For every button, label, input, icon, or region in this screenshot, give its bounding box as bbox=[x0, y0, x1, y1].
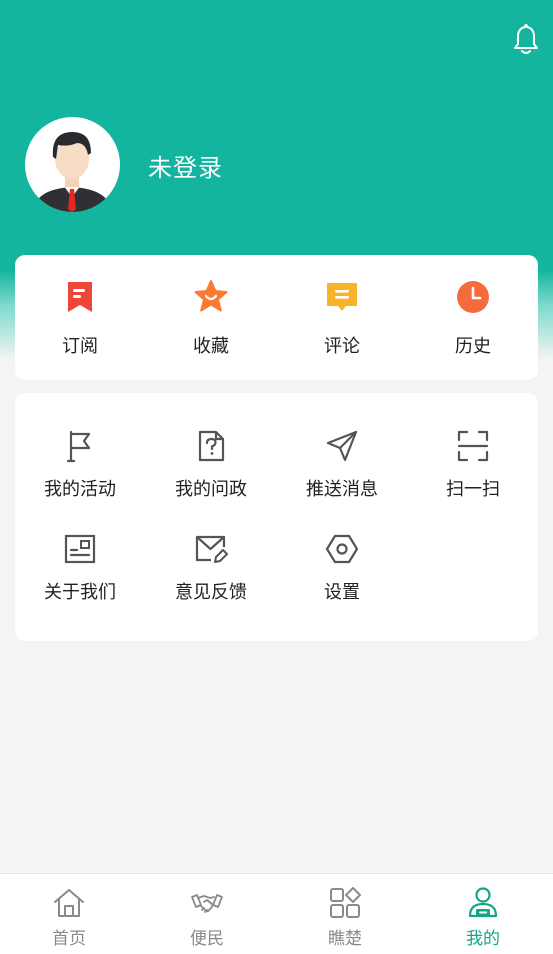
tool-push-messages[interactable]: 推送消息 bbox=[277, 429, 407, 525]
tab-label: 我的 bbox=[466, 929, 500, 949]
quick-actions-card: 订阅 收藏 评论 历史 bbox=[15, 255, 538, 380]
quick-action-comment[interactable]: 评论 bbox=[277, 255, 407, 380]
paper-plane-icon bbox=[326, 430, 358, 462]
handshake-icon bbox=[191, 894, 223, 913]
tool-my-activities[interactable]: 我的活动 bbox=[15, 429, 145, 525]
bottom-tab-bar: 首页 便民 瞧楚 我的 bbox=[0, 873, 553, 954]
tab-label: 便民 bbox=[190, 929, 224, 949]
grid-apps-icon bbox=[330, 887, 361, 918]
favorite-star-icon bbox=[194, 280, 228, 312]
tool-label: 意见反馈 bbox=[175, 582, 247, 603]
tool-label: 关于我们 bbox=[44, 582, 116, 603]
about-card-icon bbox=[64, 534, 96, 564]
tab-mine[interactable]: 我的 bbox=[414, 874, 552, 954]
subscribe-bookmark-icon bbox=[68, 282, 92, 312]
quick-action-history[interactable]: 历史 bbox=[408, 255, 538, 380]
avatar[interactable] bbox=[25, 117, 120, 212]
tab-convenience[interactable]: 便民 bbox=[138, 874, 276, 954]
tool-label: 我的活动 bbox=[44, 479, 116, 500]
quick-action-label: 历史 bbox=[455, 336, 491, 357]
quick-action-label: 评论 bbox=[324, 336, 360, 357]
quick-action-label: 订阅 bbox=[62, 336, 98, 357]
scan-icon bbox=[457, 430, 489, 462]
feedback-mail-icon bbox=[195, 535, 228, 563]
tool-label: 我的问政 bbox=[175, 479, 247, 500]
tool-label: 扫一扫 bbox=[446, 479, 500, 500]
tab-home[interactable]: 首页 bbox=[0, 874, 138, 954]
comment-icon bbox=[327, 283, 357, 311]
tab-label: 瞧楚 bbox=[328, 929, 362, 949]
avatar-person-icon bbox=[33, 131, 112, 212]
question-document-icon bbox=[198, 430, 225, 462]
bell-icon[interactable] bbox=[513, 22, 539, 56]
tool-settings[interactable]: 设置 bbox=[277, 532, 407, 628]
tool-my-inquiries[interactable]: 我的问政 bbox=[146, 429, 276, 525]
tools-card: 我的活动 我的问政 推送消息 扫一扫 关于我们 意见反馈 设置 bbox=[15, 393, 538, 641]
tool-feedback[interactable]: 意见反馈 bbox=[146, 532, 276, 628]
tool-label: 设置 bbox=[324, 582, 360, 603]
profile-icon bbox=[468, 887, 498, 918]
history-clock-icon bbox=[457, 281, 489, 313]
quick-action-subscribe[interactable]: 订阅 bbox=[15, 255, 145, 380]
home-icon bbox=[54, 889, 84, 917]
tool-about-us[interactable]: 关于我们 bbox=[15, 532, 145, 628]
tool-scan[interactable]: 扫一扫 bbox=[408, 429, 538, 525]
tab-label: 首页 bbox=[52, 929, 86, 949]
quick-action-label: 收藏 bbox=[193, 336, 229, 357]
tab-discover[interactable]: 瞧楚 bbox=[276, 874, 414, 954]
username-label[interactable]: 未登录 bbox=[148, 148, 223, 183]
settings-hexagon-icon bbox=[325, 534, 359, 564]
tool-label: 推送消息 bbox=[306, 479, 378, 500]
quick-action-favorite[interactable]: 收藏 bbox=[146, 255, 276, 380]
flag-icon bbox=[66, 430, 91, 463]
